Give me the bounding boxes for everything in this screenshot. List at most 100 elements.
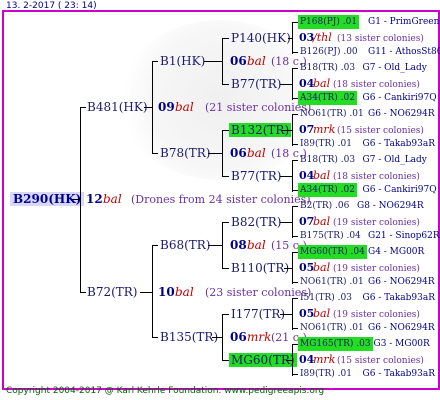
g2-queen-2[interactable]: B68(TR): [160, 238, 211, 252]
g4-tag: G6 - Cankiri97Q: [362, 93, 437, 103]
g3-drone-mark-0: /thl: [313, 31, 332, 44]
g2-drone-mark-0: bal: [247, 54, 266, 68]
g4-queen[interactable]: P168(PJ) .01: [298, 15, 360, 29]
g4-tag: G1 - PrimGreen00: [368, 17, 440, 27]
g2-line-0: [152, 61, 158, 62]
g3-drone-mark-4: bal: [313, 215, 331, 228]
g4-tag: G7 - Old_Lady: [362, 155, 427, 165]
g4-tag: G6 - NO6294R: [368, 323, 435, 333]
g4-line: [292, 144, 298, 145]
g4-queen[interactable]: I51(TR) .03: [300, 291, 352, 305]
g3-branch-6: [292, 299, 293, 330]
g4-line: [292, 52, 298, 53]
g3-drone-note-7: (15 sister colonies): [337, 356, 424, 366]
g3-line-1: [222, 84, 229, 85]
g3-queen-1[interactable]: B77(TR): [231, 77, 282, 91]
g3-branch-5: [292, 253, 293, 284]
g3-drone-note-0: (13 sister colonies): [337, 34, 424, 44]
g3-drone-note-1: (18 sister colonies): [333, 80, 420, 90]
g3-drone-note-4: (19 sister colonies): [333, 218, 420, 228]
g1-queen-0[interactable]: B481(HK): [87, 100, 148, 114]
g3-line-2: [222, 130, 229, 131]
g3-queen-0[interactable]: P140(HK): [231, 31, 291, 45]
g4-line: [292, 206, 298, 207]
g2-branch-3: [222, 314, 223, 360]
g4-line: [292, 298, 298, 299]
g4-tag: G6 - Takab93aR: [362, 293, 436, 303]
g3-branch-3: [292, 161, 293, 192]
g4-queen[interactable]: NO61(TR) .01: [300, 275, 364, 289]
root-drone-mark: bal: [103, 192, 122, 206]
g3-drone-note-6: (19 sister colonies): [333, 310, 420, 320]
g4-queen[interactable]: NO61(TR) .01: [300, 321, 364, 335]
g3-branch-1: [292, 69, 293, 100]
g2-line-3: [152, 337, 158, 338]
g4-tag: G6 - Cankiri97Q: [362, 185, 437, 195]
g3-conn-5: [284, 268, 292, 269]
g3-queen-4[interactable]: B82(TR): [231, 215, 282, 229]
g2-conn-0: [204, 61, 222, 62]
g2-queen-1[interactable]: B78(TR): [160, 146, 211, 160]
g2-line-2: [152, 245, 158, 246]
g3-drone-mark-1: bal: [313, 77, 331, 90]
g3-queen-5[interactable]: B110(TR): [231, 261, 289, 275]
g3-line-3: [222, 176, 229, 177]
g1-queen-1[interactable]: B72(TR): [87, 285, 138, 299]
g3-drone-mark-7: mrk: [313, 353, 336, 366]
g4-queen[interactable]: B18(TR) .03: [300, 153, 355, 167]
g4-queen[interactable]: MG60(TR) .04: [298, 245, 367, 259]
g4-queen[interactable]: A34(TR) .02: [298, 183, 357, 197]
g3-line-0: [222, 38, 229, 39]
g4-queen[interactable]: B126(PJ) .00: [300, 45, 358, 59]
g4-queen[interactable]: NO61(TR) .01: [300, 107, 364, 121]
g3-conn-3: [280, 176, 292, 177]
g4-queen[interactable]: B18(TR) .03: [300, 61, 355, 75]
g1-drone-count-0: 09: [158, 100, 175, 114]
g1-line-1: [80, 292, 86, 293]
g4-queen[interactable]: I89(TR) .01: [300, 137, 352, 151]
copyright-footer: Copyright 2004-2017 @ Karl Kehrle Founda…: [6, 386, 325, 396]
g2-branch-0: [222, 38, 223, 84]
g3-queen-3[interactable]: B77(TR): [231, 169, 282, 183]
g2-drone-mark-3: mrk: [247, 330, 272, 344]
g1-conn-0: [144, 107, 152, 108]
g4-tag: G11 - AthosSt80R: [368, 47, 440, 57]
g3-branch-4: [292, 207, 293, 238]
g4-line: [292, 374, 298, 375]
g4-tag: G7 - Old_Lady: [362, 63, 427, 73]
g3-drone-note-3: (18 sister colonies): [333, 172, 420, 182]
g3-drone-note-2: (15 sister colonies): [337, 126, 424, 136]
g4-queen[interactable]: A34(TR) .02: [298, 91, 357, 105]
g3-conn-4: [280, 222, 292, 223]
g2-drone-count-1: 06: [230, 146, 247, 160]
g3-drone-mark-6: bal: [313, 307, 331, 320]
g3-branch-7: [292, 345, 293, 376]
g2-drone-count-0: 06: [230, 54, 247, 68]
g2-drone-mark-2: bal: [247, 238, 266, 252]
g2-drone-count-3: 06: [230, 330, 247, 344]
g3-line-7: [222, 360, 229, 361]
g3-queen-6[interactable]: I177(TR): [231, 307, 285, 321]
g4-queen[interactable]: B2(TR) .06: [300, 199, 349, 213]
g4-line: [292, 282, 298, 283]
g2-drone-count-2: 08: [230, 238, 247, 252]
g2-queen-3[interactable]: B135(TR): [160, 330, 218, 344]
g1-branch-1: [152, 245, 153, 337]
g2-conn-1: [208, 153, 222, 154]
g2-drone-mark-1: bal: [247, 146, 266, 160]
root-drone-count: 12: [86, 192, 103, 206]
g4-tag: G6 - NO6294R: [368, 277, 435, 287]
g4-queen[interactable]: B175(TR) .04: [300, 229, 361, 243]
g3-drone-mark-3: bal: [313, 169, 331, 182]
g2-conn-3: [212, 337, 222, 338]
g1-conn-1: [140, 292, 152, 293]
g4-queen[interactable]: I89(TR) .01: [300, 367, 352, 381]
root-drone-note: (Drones from 24 sister colonies): [131, 193, 311, 206]
g2-queen-0[interactable]: B1(HK): [160, 54, 205, 68]
g3-conn-2: [282, 130, 292, 131]
g3-drone-note-5: (19 sister colonies): [333, 264, 420, 274]
g4-queen[interactable]: MG165(TR) .03: [298, 337, 373, 351]
g4-tag: G21 - Sinop62R: [368, 231, 440, 241]
root-branch: [80, 107, 81, 293]
g1-drone-count-1: 10: [158, 285, 175, 299]
